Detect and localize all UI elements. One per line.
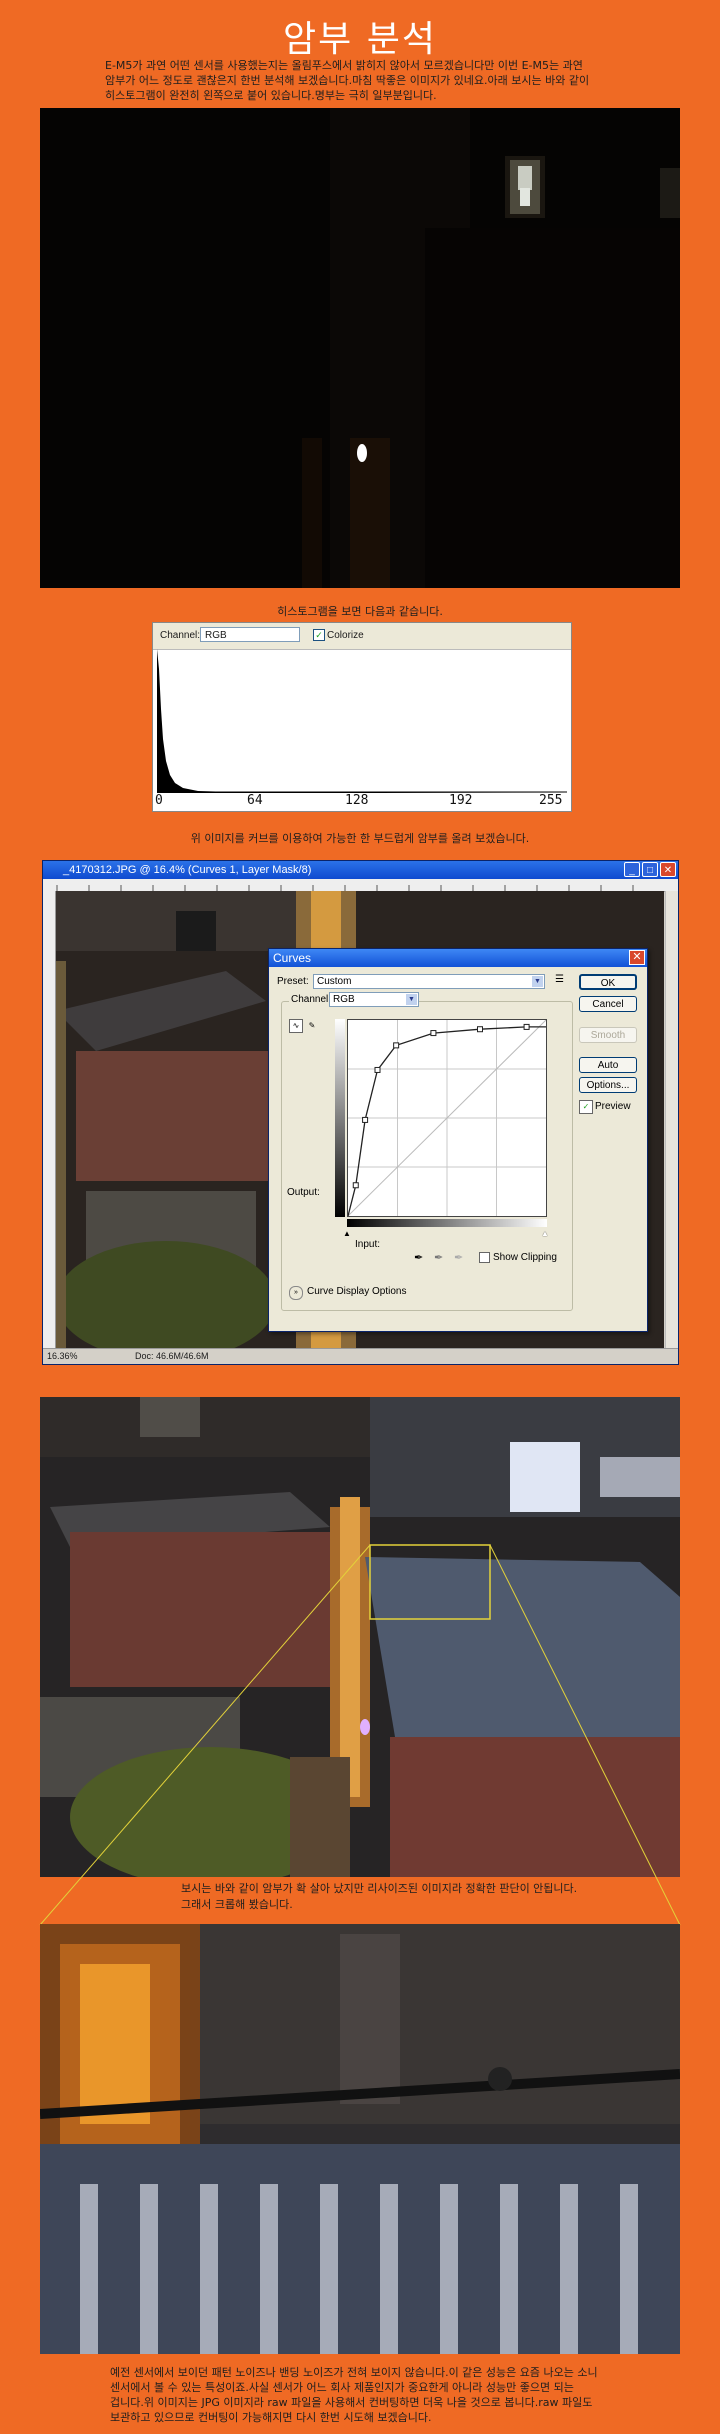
histogram-panel: Channel: RGB ✓ Colorize 0 64 128 192 255 bbox=[152, 622, 572, 812]
window-title: _4170312.JPG @ 16.4% (Curves 1, Layer Ma… bbox=[63, 864, 312, 876]
black-point-slider-icon[interactable]: ▲ bbox=[343, 1229, 351, 1238]
vertical-scrollbar[interactable] bbox=[665, 891, 678, 1348]
outro-line: 보관하고 있으므로 컨버팅이 가능해지면 다시 한번 시도해 보겠습니다. bbox=[110, 2411, 432, 2424]
curves-graph[interactable] bbox=[347, 1019, 547, 1217]
white-eyedropper-icon[interactable]: ✒ bbox=[454, 1251, 463, 1264]
output-label: Output: bbox=[287, 1187, 320, 1198]
colorize-label: Colorize bbox=[327, 630, 364, 641]
curves-titlebar: Curves ✕ bbox=[269, 949, 647, 967]
curves-caption: 위 이미지를 커브를 이용하여 가능한 한 부드럽게 암부를 올려 보겠습니다. bbox=[190, 832, 530, 845]
channel-select[interactable]: RGB bbox=[200, 627, 300, 642]
curve-point[interactable] bbox=[393, 1042, 400, 1049]
white-point-slider-icon[interactable]: ▲ bbox=[541, 1229, 549, 1238]
photoshop-statusbar: 16.36% Doc: 46.6M/46.6M bbox=[43, 1348, 678, 1364]
page-title: 암부 분석 bbox=[283, 19, 437, 60]
gray-eyedropper-icon[interactable]: ✒ bbox=[434, 1251, 443, 1264]
pencil-icon[interactable]: ✎ bbox=[305, 1019, 319, 1033]
channel-select[interactable]: RGB ▼ bbox=[329, 992, 419, 1007]
preview-label: Preview bbox=[595, 1101, 631, 1112]
preset-menu-icon[interactable]: ☰ bbox=[555, 974, 564, 985]
channel-label: Channel: bbox=[160, 630, 201, 641]
outro-line: 겁니다.위 이미지는 JPG 이미지라 raw 파일을 사용해서 컨버팅하면 더… bbox=[110, 2396, 593, 2409]
maximize-icon[interactable]: □ bbox=[642, 862, 658, 877]
curve-point[interactable] bbox=[430, 1030, 437, 1037]
axis-tick: 192 bbox=[449, 793, 473, 808]
outro-line: 예전 센서에서 보이던 패턴 노이즈나 밴딩 노이즈가 전혀 보이지 않습니다.… bbox=[110, 2366, 598, 2379]
channel-label: Channel: bbox=[289, 994, 334, 1005]
outro-line: 센서에서 볼 수 있는 특성이죠.사실 센서가 어느 회사 제품인지가 중요한게… bbox=[110, 2381, 574, 2394]
input-gradient bbox=[347, 1219, 547, 1227]
intro-paragraph: E-M5가 과연 어떤 센서를 사용했는지는 올림푸스에서 밝히지 않아서 모르… bbox=[105, 58, 625, 103]
zoom-level[interactable]: 16.36% bbox=[47, 1349, 78, 1364]
smooth-button[interactable]: Smooth bbox=[579, 1027, 637, 1043]
preview-checkbox[interactable]: ✓ bbox=[579, 1100, 593, 1114]
channel-value: RGB bbox=[333, 994, 355, 1005]
outro-paragraph: 예전 센서에서 보이던 패턴 노이즈나 밴딩 노이즈가 전혀 보이지 않습니다.… bbox=[110, 2365, 630, 2425]
input-label: Input: bbox=[355, 1239, 381, 1250]
preset-value: Custom bbox=[317, 976, 352, 987]
photoshop-titlebar: _4170312.JPG @ 16.4% (Curves 1, Layer Ma… bbox=[43, 861, 678, 879]
curve-point[interactable] bbox=[374, 1066, 381, 1073]
auto-button[interactable]: Auto bbox=[579, 1057, 637, 1073]
ruler-ticks bbox=[56, 885, 634, 891]
zoom-lines bbox=[39, 1545, 681, 1925]
original-dark-photo bbox=[40, 108, 680, 588]
intro-line: 암부가 어느 정도로 괜찮은지 한번 분석해 보겠습니다.마침 딱좋은 이미지가… bbox=[105, 74, 590, 87]
cropped-photo bbox=[40, 1924, 680, 2354]
curve-plot bbox=[347, 1019, 547, 1217]
axis-tick: 64 bbox=[247, 793, 263, 808]
chevron-down-icon: ▼ bbox=[406, 994, 417, 1005]
curve-point-tool-icon[interactable]: ∿ bbox=[289, 1019, 303, 1033]
intro-line: E-M5가 과연 어떤 센서를 사용했는지는 올림푸스에서 밝히지 않아서 모르… bbox=[105, 59, 583, 72]
axis-tick: 0 bbox=[155, 793, 163, 808]
curve-points bbox=[352, 1023, 530, 1189]
histogram-graph bbox=[157, 649, 571, 793]
show-clipping-label: Show Clipping bbox=[493, 1252, 557, 1263]
histogram-caption: 히스토그램을 보면 다음과 같습니다. bbox=[277, 605, 443, 618]
curve-point[interactable] bbox=[523, 1023, 530, 1030]
colorize-checkbox[interactable]: ✓ bbox=[313, 629, 325, 641]
ok-button[interactable]: OK bbox=[579, 974, 637, 990]
close-icon[interactable]: ✕ bbox=[660, 862, 676, 877]
cropped-photo-graphic bbox=[40, 1924, 680, 2354]
preset-select[interactable]: Custom ▼ bbox=[313, 974, 545, 989]
axis-tick: 255 bbox=[539, 793, 563, 808]
preset-label: Preset: bbox=[277, 976, 309, 987]
histogram-toolbar: Channel: RGB ✓ Colorize bbox=[153, 623, 571, 650]
chevron-down-icon: ▼ bbox=[532, 976, 543, 987]
minimize-icon[interactable]: _ bbox=[624, 862, 640, 877]
output-gradient bbox=[335, 1019, 345, 1217]
curves-title: Curves bbox=[273, 951, 312, 965]
black-eyedropper-icon[interactable]: ✒ bbox=[414, 1251, 423, 1264]
expand-options-icon[interactable]: » bbox=[289, 1286, 303, 1300]
options-button[interactable]: Options... bbox=[579, 1077, 637, 1093]
curve-point[interactable] bbox=[477, 1026, 483, 1033]
curve-point[interactable] bbox=[362, 1116, 369, 1123]
original-dark-photo-graphic bbox=[40, 108, 680, 588]
close-icon[interactable]: ✕ bbox=[629, 950, 645, 965]
vertical-ruler bbox=[43, 891, 56, 1348]
curves-dialog: Curves ✕ Preset: Custom ▼ ☰ OK Cancel Sm… bbox=[268, 948, 648, 1332]
show-clipping-checkbox[interactable] bbox=[479, 1252, 490, 1263]
curve-point[interactable] bbox=[352, 1182, 359, 1189]
intro-line: 히스토그램이 완전히 왼쪽으로 붙어 있습니다.명부는 극히 일부분입니다. bbox=[105, 89, 437, 102]
cancel-button[interactable]: Cancel bbox=[579, 996, 637, 1012]
curve-display-options-label[interactable]: Curve Display Options bbox=[307, 1286, 406, 1297]
doc-size: Doc: 46.6M/46.6M bbox=[135, 1351, 209, 1361]
axis-tick: 128 bbox=[345, 793, 369, 808]
